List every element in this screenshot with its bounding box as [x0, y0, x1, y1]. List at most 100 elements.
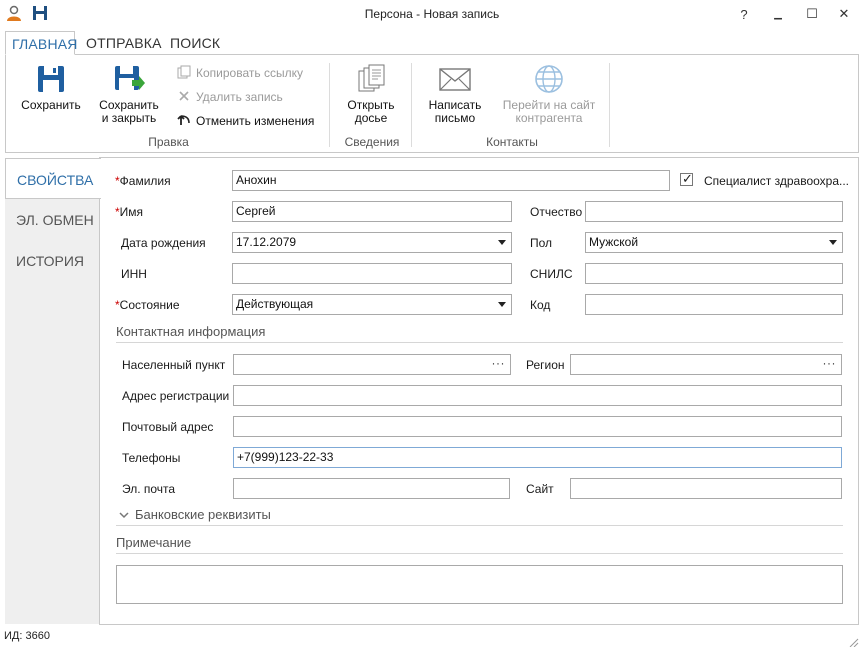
dropdown-arrow-icon	[829, 240, 837, 245]
copy-link-button[interactable]: Копировать ссылку	[177, 64, 303, 82]
health-specialist-checkbox[interactable]: ✓	[680, 171, 693, 186]
state-select[interactable]: Действующая	[232, 294, 512, 315]
region-label: Регион	[526, 358, 565, 372]
nav-properties[interactable]: СВОЙСТВА	[5, 158, 101, 199]
gender-value: Мужской	[589, 235, 639, 249]
copy-link-label: Копировать ссылку	[196, 66, 303, 80]
site-label: Сайт	[526, 482, 554, 496]
reg-address-label: Адрес регистрации	[122, 389, 230, 403]
copy-link-icon	[177, 65, 191, 82]
bank-details-title: Банковские реквизиты	[135, 507, 271, 522]
region-field[interactable]: ···	[570, 354, 842, 375]
undo-changes-button[interactable]: Отменить изменения	[177, 112, 314, 130]
maximize-button[interactable]: ☐	[799, 4, 825, 24]
delete-record-button[interactable]: Удалить запись	[177, 88, 283, 106]
patronymic-label: Отчество	[530, 205, 583, 219]
group-label-info: Сведения	[344, 135, 400, 149]
ribbon: Сохранить Сохранить и закрыть Копировать…	[5, 54, 859, 153]
write-letter-label-2: письмо	[434, 111, 476, 125]
section-divider	[116, 525, 843, 526]
postal-address-field[interactable]	[233, 416, 842, 437]
phones-label: Телефоны	[122, 451, 181, 465]
locality-field[interactable]: ···	[233, 354, 511, 375]
dropdown-arrow-icon	[498, 240, 506, 245]
bank-details-toggle[interactable]: Банковские реквизиты	[119, 507, 271, 522]
undo-icon	[177, 113, 191, 130]
site-field[interactable]	[570, 478, 842, 499]
left-nav: СВОЙСТВА ЭЛ. ОБМЕН ИСТОРИЯ	[5, 158, 101, 624]
phones-field[interactable]: +7(999)123-22-33	[233, 447, 842, 468]
save-label: Сохранить	[21, 98, 81, 112]
health-specialist-label: Специалист здравоохра...	[704, 174, 850, 188]
inn-field[interactable]	[232, 263, 512, 284]
postal-address-label: Почтовый адрес	[122, 420, 214, 434]
group-label-contacts: Контакты	[486, 135, 538, 149]
delete-icon	[177, 89, 191, 106]
gender-label: Пол	[530, 236, 553, 250]
note-textarea[interactable]	[116, 565, 843, 604]
firstname-label: *Имя	[115, 205, 143, 219]
go-to-site-button[interactable]: Перейти на сайт контрагента	[494, 63, 604, 125]
globe-icon	[533, 63, 565, 95]
save-close-button[interactable]: Сохранить и закрыть	[94, 63, 164, 125]
note-title: Примечание	[116, 535, 192, 550]
chevron-down-icon	[119, 508, 129, 522]
lastname-label-text: Фамилия	[119, 174, 171, 188]
lastname-label: *Фамилия	[115, 174, 171, 188]
gender-select[interactable]: Мужской	[585, 232, 843, 253]
properties-panel: *Фамилия Анохин ✓ Специалист здравоохра.…	[99, 157, 859, 625]
title-bar: Персона - Новая запись ? ▁ ☐ ✕	[0, 0, 864, 29]
firstname-field[interactable]: Сергей	[232, 201, 512, 222]
dropdown-arrow-icon	[498, 302, 506, 307]
state-label-text: Состояние	[119, 298, 180, 312]
check-mark-icon: ✓	[682, 171, 693, 186]
state-value: Действующая	[236, 297, 314, 311]
section-divider	[116, 342, 843, 343]
dossier-icon	[355, 63, 387, 95]
nav-history[interactable]: ИСТОРИЯ	[5, 240, 100, 281]
code-label: Код	[530, 298, 551, 312]
birthdate-label: Дата рождения	[121, 236, 206, 250]
help-button[interactable]: ?	[731, 4, 757, 24]
tab-main[interactable]: ГЛАВНАЯ	[5, 31, 77, 55]
go-to-site-label-2: контрагента	[515, 111, 583, 125]
envelope-icon	[438, 63, 472, 95]
birthdate-picker[interactable]: 17.12.2079	[232, 232, 512, 253]
open-dossier-button[interactable]: Открыть досье	[339, 63, 403, 125]
patronymic-field[interactable]	[585, 201, 843, 222]
ribbon-separator	[609, 63, 610, 147]
delete-record-label: Удалить запись	[196, 90, 283, 104]
save-close-icon	[112, 63, 146, 95]
ribbon-separator	[411, 63, 412, 147]
close-button[interactable]: ✕	[831, 4, 857, 24]
reg-address-field[interactable]	[233, 385, 842, 406]
snils-field[interactable]	[585, 263, 843, 284]
undo-changes-label: Отменить изменения	[196, 114, 315, 128]
tab-send[interactable]: ОТПРАВКА	[80, 31, 168, 55]
save-button[interactable]: Сохранить	[16, 63, 86, 112]
minimize-button[interactable]: ▁	[765, 4, 791, 24]
ellipsis-icon[interactable]: ···	[492, 356, 506, 370]
state-label: *Состояние	[115, 298, 180, 312]
ribbon-separator	[329, 63, 330, 147]
locality-label: Населенный пункт	[122, 358, 226, 372]
firstname-label-text: Имя	[119, 205, 144, 219]
snils-label: СНИЛС	[530, 267, 573, 281]
open-dossier-label-2: досье	[354, 111, 388, 125]
email-label: Эл. почта	[122, 482, 176, 496]
birthdate-value: 17.12.2079	[236, 235, 297, 249]
resize-grip-icon[interactable]	[848, 636, 860, 648]
inn-label: ИНН	[121, 267, 147, 281]
group-label-edit: Правка	[148, 135, 189, 149]
ellipsis-icon[interactable]: ···	[823, 356, 837, 370]
email-field[interactable]	[233, 478, 510, 499]
lastname-field[interactable]: Анохин	[232, 170, 670, 191]
save-close-label-2: и закрыть	[101, 111, 157, 125]
nav-el-exchange[interactable]: ЭЛ. ОБМЕН	[5, 199, 100, 240]
record-id-status: ИД: 3660	[4, 630, 50, 642]
save-icon	[35, 63, 67, 95]
write-letter-button[interactable]: Написать письмо	[422, 63, 488, 125]
code-field[interactable]	[585, 294, 843, 315]
contact-info-title: Контактная информация	[116, 324, 266, 339]
tab-search[interactable]: ПОИСК	[164, 31, 226, 55]
